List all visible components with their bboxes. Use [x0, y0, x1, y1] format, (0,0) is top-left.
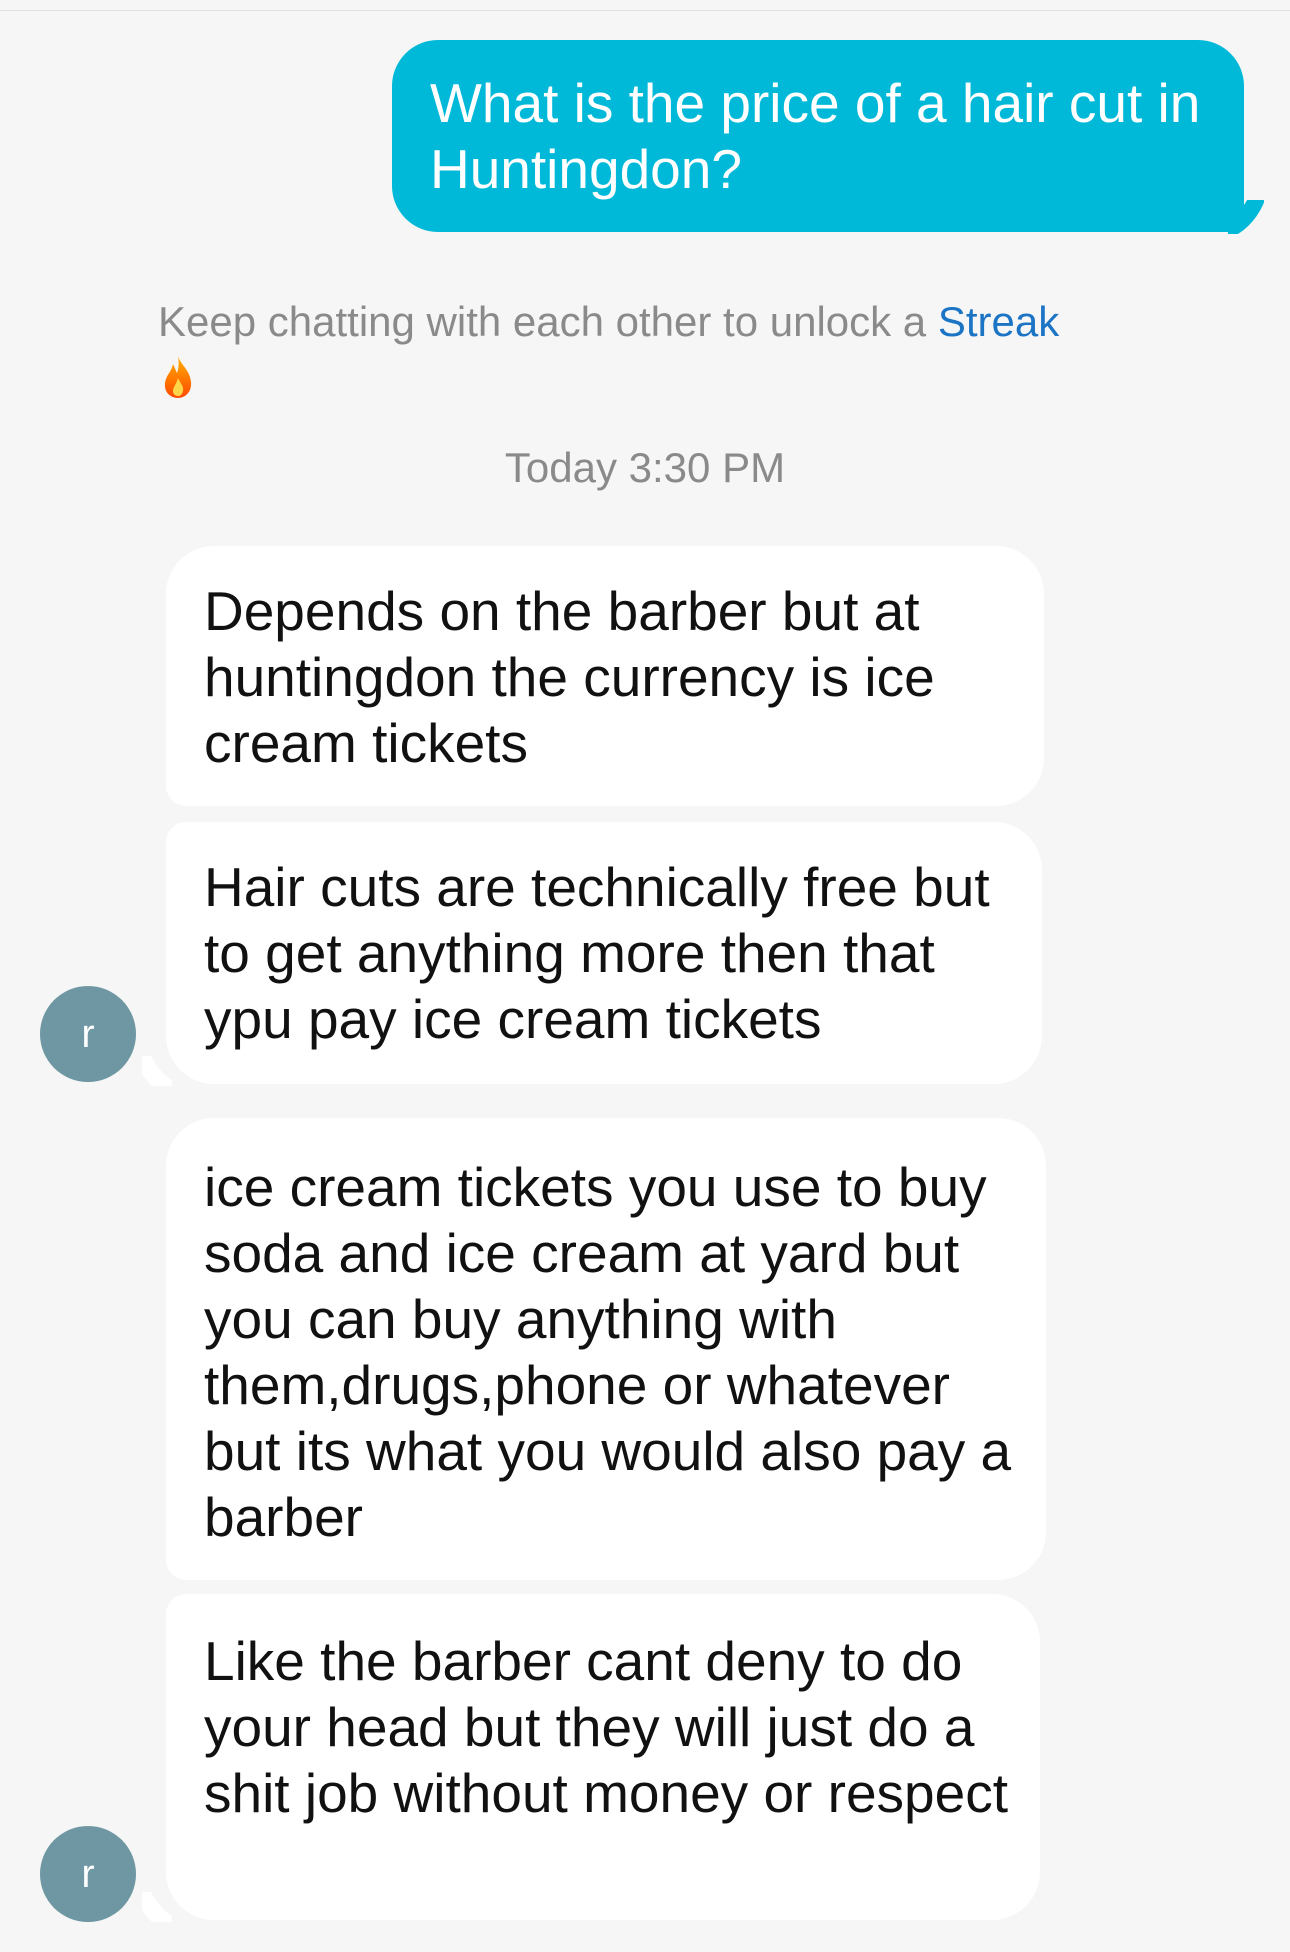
sent-bubble-tail: [1228, 200, 1264, 234]
streak-notice: Keep chatting with each other to unlock …: [158, 292, 1158, 352]
received-message-text: ice cream tickets you use to buy soda an…: [204, 1156, 1012, 1548]
avatar[interactable]: r: [40, 986, 136, 1082]
received-bubble-tail: [142, 1056, 172, 1086]
received-message-bubble[interactable]: ice cream tickets you use to buy soda an…: [166, 1118, 1046, 1580]
avatar-initial: r: [81, 1852, 95, 1896]
top-divider: [0, 0, 1290, 11]
sent-message-text: What is the price of a hair cut in Hunti…: [430, 72, 1201, 200]
avatar[interactable]: r: [40, 1826, 136, 1922]
fire-icon: [164, 356, 192, 398]
message-timestamp: Today 3:30 PM: [504, 444, 786, 491]
streak-notice-text: Keep chatting with each other to unlock …: [158, 298, 938, 345]
received-message-text: Depends on the barber but at huntingdon …: [204, 580, 935, 774]
received-message-bubble[interactable]: Hair cuts are technically free but to ge…: [166, 822, 1042, 1084]
received-message-text: Like the barber cant deny to do your hea…: [204, 1630, 1008, 1824]
avatar-initial: r: [81, 1012, 95, 1056]
received-message-bubble[interactable]: Like the barber cant deny to do your hea…: [166, 1594, 1040, 1920]
received-bubble-tail: [142, 1892, 172, 1922]
streak-link[interactable]: Streak: [938, 298, 1059, 345]
received-message-text: Hair cuts are technically free but to ge…: [204, 856, 990, 1050]
sent-message-bubble[interactable]: What is the price of a hair cut in Hunti…: [392, 40, 1244, 232]
received-message-bubble[interactable]: Depends on the barber but at huntingdon …: [166, 546, 1044, 806]
